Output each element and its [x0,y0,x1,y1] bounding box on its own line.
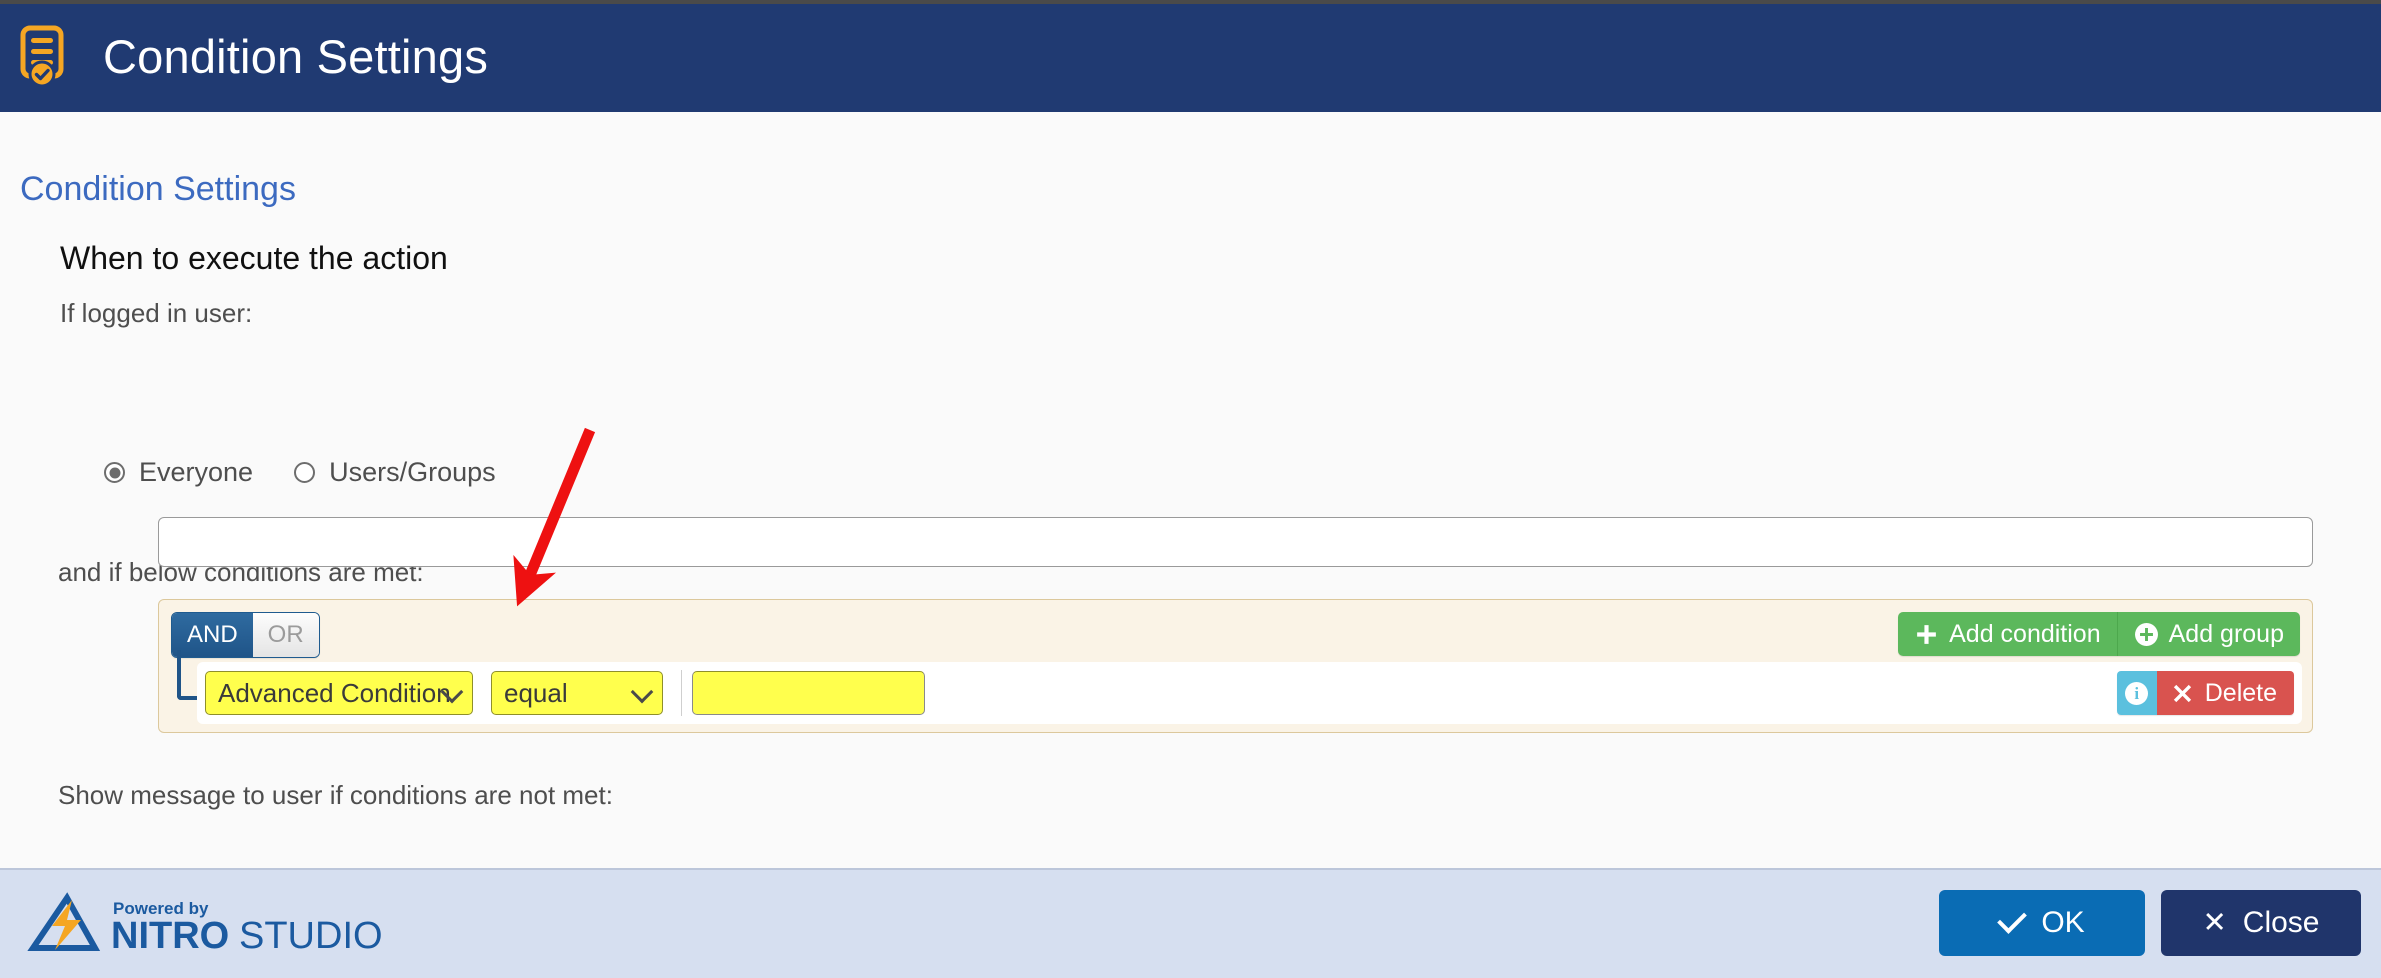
condition-operator-select[interactable]: equal [491,671,663,715]
dialog-titlebar: Condition Settings [0,0,2381,112]
section-heading-when-to-execute: When to execute the action [60,240,448,276]
radio-option-everyone[interactable]: Everyone [104,457,253,488]
close-button-label: Close [2242,906,2320,939]
add-condition-label: Add condition [1949,619,2101,648]
radio-everyone-indicator[interactable] [104,462,125,483]
info-icon: i [2125,681,2149,705]
radio-users-groups-indicator[interactable] [294,462,316,483]
condition-field-select[interactable]: Advanced Condition [205,671,473,715]
dialog-body: Condition Settings When to execute the a… [0,112,2381,868]
logic-toggle-or[interactable]: OR [252,613,319,657]
nitro-studio-branding: Powered by NITRO STUDIO [25,892,395,956]
add-group-button[interactable]: Add group [2116,612,2300,656]
document-check-icon [20,25,64,87]
condition-settings-dialog: Condition Settings Condition Settings Wh… [0,0,2381,978]
radio-option-users-groups[interactable]: Users/Groups [294,457,496,488]
label-show-message: Show message to user if conditions are n… [58,780,613,810]
plus-icon [1917,624,1936,644]
dialog-title: Condition Settings [103,29,489,83]
titlebar-top-edge [0,0,2381,4]
nitro-studio-logo-icon: Powered by NITRO STUDIO [27,892,383,956]
ok-button-label: OK [2041,906,2085,939]
add-condition-button[interactable]: Add condition [1898,612,2117,656]
condition-value-input[interactable] [692,671,925,715]
show-message-input[interactable] [158,517,2313,567]
close-button[interactable]: ✕ Close [2161,890,2361,956]
logged-in-user-radio-group: Everyone Users/Groups [104,457,496,488]
plus-circle-icon [2134,622,2158,646]
svg-text:STUDIO: STUDIO [239,915,383,956]
rule-delete-button[interactable]: Delete [2156,671,2294,715]
dialog-footer: Powered by NITRO STUDIO OK ✕ Close [0,868,2381,978]
rule-delete-label: Delete [2204,678,2277,707]
check-icon [1997,904,2028,934]
label-if-logged-in-user: If logged in user: [60,298,253,328]
rule-connector-line [177,650,197,700]
query-builder-header: AND OR Add condition Add group [171,612,2300,658]
radio-users-groups-label: Users/Groups [329,457,496,487]
footer-buttons: OK ✕ Close [1939,890,2361,956]
query-builder-panel: AND OR Add condition Add group Advanced … [158,599,2313,733]
x-icon: ✕ [2202,906,2227,939]
rule-tools: i Delete [2116,671,2294,715]
add-group-label: Add group [2168,619,2284,648]
ok-button[interactable]: OK [1939,890,2145,956]
breadcrumb-condition-settings[interactable]: Condition Settings [20,170,296,209]
condition-operator-value: equal [504,677,568,708]
condition-field-value: Advanced Condition [218,677,451,708]
condition-rule-row: Advanced Condition equal i Delete [197,662,2302,724]
query-builder-actions: Add condition Add group [1898,612,2300,656]
chevron-down-icon [630,680,654,704]
svg-text:NITRO: NITRO [111,915,229,956]
radio-everyone-label: Everyone [139,457,254,487]
x-icon [2173,684,2191,702]
rule-divider [681,670,682,716]
rule-info-button[interactable]: i [2116,671,2157,715]
